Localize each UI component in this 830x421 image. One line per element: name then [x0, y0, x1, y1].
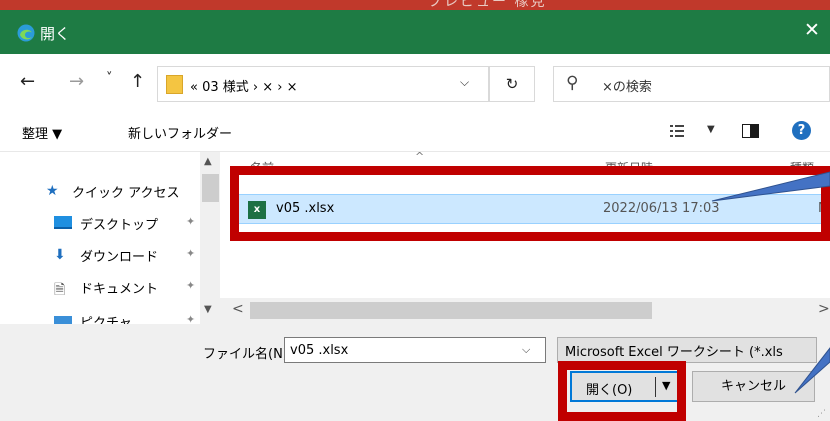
address-dropdown-icon[interactable]: ⌵ [460, 75, 469, 90]
sidebar-item-pictures[interactable]: ピクチャ ✦ [54, 310, 204, 324]
column-header-name[interactable]: 名前 [250, 159, 274, 176]
preview-pane-icon[interactable] [742, 124, 759, 138]
scroll-up-icon[interactable]: ▲ [204, 156, 212, 167]
sidebar-item-label: ダウンロード [80, 250, 159, 265]
sort-indicator: ^ [415, 152, 425, 163]
sidebar-item-desktop[interactable]: デスクトップ ✦ [54, 212, 204, 234]
sidebar-item-label: ピクチャ [80, 316, 132, 324]
file-type-select[interactable]: Microsoft Excel ワークシート (*.xls [557, 337, 817, 363]
resize-grip-icon[interactable]: ⋰ [817, 409, 826, 419]
sidebar-item-documents[interactable]: 🗎 ドキュメント ✦ [54, 276, 204, 298]
pin-icon: ✦ [186, 313, 196, 324]
pin-icon: ✦ [186, 247, 196, 260]
navigation-bar: ← → ˅ ↑ « 03 様式 › × › × ⌵ ↻ ⚲ ×の検索 [0, 54, 830, 112]
folder-icon [166, 75, 183, 94]
excel-file-icon: x [248, 201, 266, 219]
star-icon: ★ [46, 183, 59, 199]
sidebar-item-label: デスクトップ [80, 218, 159, 233]
forward-icon[interactable]: → [69, 71, 84, 92]
navigation-pane-scrollbar[interactable]: ▲ ▼ [200, 152, 220, 324]
filename-input[interactable] [284, 337, 546, 363]
filename-dropdown-icon[interactable]: ⌵ [522, 343, 530, 357]
edge-icon [17, 24, 35, 42]
file-list-scrollbar[interactable]: < > [220, 298, 830, 324]
close-icon[interactable]: ✕ [804, 19, 820, 41]
refresh-button[interactable]: ↻ [489, 66, 535, 102]
search-input[interactable]: ×の検索 [602, 76, 652, 95]
desktop-icon [54, 216, 72, 229]
new-folder-button[interactable]: 新しいフォルダー [128, 123, 232, 142]
dialog-title: 開く [40, 25, 71, 43]
scroll-right-icon[interactable]: > [818, 301, 830, 317]
background-window-title: プレビュー 橡見 [428, 0, 547, 10]
back-icon[interactable]: ← [20, 71, 35, 92]
file-date: 2022/06/13 17:03 [603, 201, 720, 216]
organize-button[interactable]: 整理 ▼ [22, 123, 62, 142]
open-button[interactable]: 開く(O) ▼ [570, 371, 679, 402]
pictures-icon [54, 316, 72, 324]
split-divider [655, 377, 656, 397]
address-path[interactable]: « 03 様式 › × › × [190, 76, 297, 95]
scroll-left-icon[interactable]: < [232, 301, 244, 317]
sidebar-item-downloads[interactable]: ⬇ ダウンロード ✦ [54, 244, 204, 266]
pin-icon: ✦ [186, 215, 196, 228]
scrollbar-thumb[interactable] [202, 174, 219, 202]
search-icon: ⚲ [566, 73, 579, 93]
command-toolbar: 整理 ▼ 新しいフォルダー ▼ ? [0, 112, 830, 152]
column-header-type[interactable]: 種類 [790, 159, 814, 176]
column-header-date[interactable]: 更新日時 [605, 159, 653, 176]
file-name: v05 .xlsx [276, 201, 335, 216]
up-icon[interactable]: ↑ [130, 71, 145, 92]
cancel-button[interactable]: キャンセル [692, 371, 815, 402]
dialog-footer: ファイル名(N): ⌵ Microsoft Excel ワークシート (*.xl… [0, 324, 830, 421]
pin-icon: ✦ [186, 279, 196, 292]
sidebar-item-label: クイック アクセス [72, 186, 180, 201]
open-split-icon[interactable]: ▼ [662, 379, 670, 392]
scroll-down-icon[interactable]: ▼ [204, 304, 212, 315]
view-options-icon[interactable] [670, 124, 684, 138]
scrollbar-thumb[interactable] [250, 302, 652, 319]
background-window-strip: プレビュー 橡見 [0, 0, 830, 10]
open-button-label: 開く(O) [586, 383, 633, 398]
download-icon: ⬇ [54, 247, 66, 263]
file-type: Mic [818, 201, 830, 216]
help-icon[interactable]: ? [792, 121, 811, 140]
view-dropdown-icon[interactable]: ▼ [707, 124, 715, 135]
table-row[interactable]: x v05 .xlsx 2022/06/13 17:03 Mic [237, 194, 830, 224]
sidebar-item-label: ドキュメント [80, 282, 159, 297]
search-box[interactable]: ⚲ ×の検索 [553, 66, 830, 102]
recent-locations-icon[interactable]: ˅ [106, 71, 113, 86]
refresh-icon: ↻ [505, 75, 519, 93]
address-bar[interactable]: « 03 様式 › × › × ⌵ [157, 66, 489, 102]
title-bar: 開く ✕ [0, 10, 830, 54]
navigation-pane: ★ クイック アクセス デスクトップ ✦ ⬇ ダウンロード ✦ 🗎 ドキュメント… [0, 152, 220, 324]
filename-label: ファイル名(N): [203, 347, 293, 362]
document-icon: 🗎 [54, 282, 66, 298]
